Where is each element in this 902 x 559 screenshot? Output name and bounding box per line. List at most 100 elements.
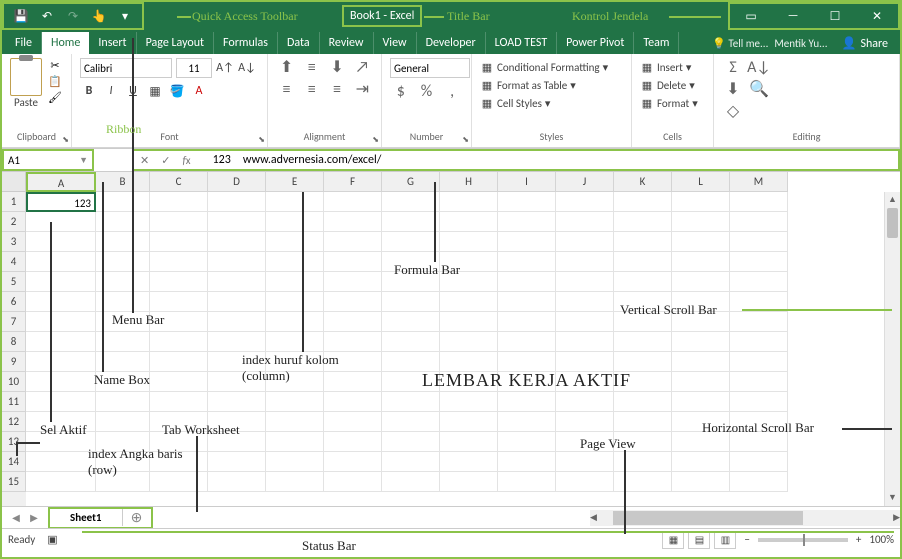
- cell-H5[interactable]: [440, 272, 498, 292]
- cell-L14[interactable]: [672, 452, 730, 472]
- cell-H1[interactable]: [440, 192, 498, 212]
- ribbon-display-icon[interactable]: ▭: [730, 4, 772, 28]
- cell-J6[interactable]: [556, 292, 614, 312]
- cell-C7[interactable]: [150, 312, 208, 332]
- cell-F11[interactable]: [324, 392, 382, 412]
- cell-K7[interactable]: [614, 312, 672, 332]
- tab-insert[interactable]: Insert: [89, 32, 136, 54]
- align-left-icon[interactable]: ≡: [276, 80, 297, 98]
- tab-power-pivot[interactable]: Power Pivot: [557, 32, 634, 54]
- cell-styles-button[interactable]: ▦Cell Styles ▾: [480, 94, 623, 112]
- find-select-icon[interactable]: 🔍: [748, 80, 770, 98]
- cell-D1[interactable]: [208, 192, 266, 212]
- cell-F9[interactable]: [324, 352, 382, 372]
- cell-J10[interactable]: [556, 372, 614, 392]
- row-header-2[interactable]: 2: [2, 212, 26, 232]
- scroll-right-icon[interactable]: ▶: [893, 510, 900, 526]
- cell-E9[interactable]: [266, 352, 324, 372]
- sort-filter-icon[interactable]: A↓: [748, 58, 770, 76]
- orientation-icon[interactable]: ↗: [352, 58, 373, 76]
- conditional-formatting-button[interactable]: ▦Conditional Formatting ▾: [480, 58, 623, 76]
- cell-G12[interactable]: [382, 412, 440, 432]
- align-top-icon[interactable]: ⬆: [276, 58, 297, 76]
- cell-A15[interactable]: [26, 472, 96, 492]
- cell-M15[interactable]: [730, 472, 788, 492]
- cell-C9[interactable]: [150, 352, 208, 372]
- cell-M5[interactable]: [730, 272, 788, 292]
- grid-body[interactable]: ABCDEFGHIJKLM 123: [26, 172, 900, 506]
- cell-C14[interactable]: [150, 452, 208, 472]
- cell-J12[interactable]: [556, 412, 614, 432]
- save-icon[interactable]: 💾: [10, 6, 32, 26]
- cell-E2[interactable]: [266, 212, 324, 232]
- user-name[interactable]: Mentik Yu...: [774, 37, 827, 50]
- cell-A8[interactable]: [26, 332, 96, 352]
- cell-G3[interactable]: [382, 232, 440, 252]
- cell-F10[interactable]: [324, 372, 382, 392]
- cell-L12[interactable]: [672, 412, 730, 432]
- cell-B1[interactable]: [96, 192, 150, 212]
- row-header-10[interactable]: 10: [2, 372, 26, 392]
- border-icon[interactable]: ▦: [146, 82, 164, 100]
- cell-C2[interactable]: [150, 212, 208, 232]
- delete-cells-button[interactable]: ▦Delete ▾: [640, 76, 705, 94]
- cell-A9[interactable]: [26, 352, 96, 372]
- cell-L6[interactable]: [672, 292, 730, 312]
- cell-A3[interactable]: [26, 232, 96, 252]
- col-header-H[interactable]: H: [440, 172, 498, 192]
- currency-icon[interactable]: $: [390, 82, 412, 100]
- cell-A6[interactable]: [26, 292, 96, 312]
- cell-L9[interactable]: [672, 352, 730, 372]
- minimize-icon[interactable]: —: [772, 4, 814, 28]
- page-break-view-icon[interactable]: ▥: [714, 531, 736, 549]
- row-header-12[interactable]: 12: [2, 412, 26, 432]
- cell-D13[interactable]: [208, 432, 266, 452]
- clipboard-launcher-icon[interactable]: ⬊: [62, 135, 69, 145]
- cell-H8[interactable]: [440, 332, 498, 352]
- align-middle-icon[interactable]: ≡: [301, 58, 322, 76]
- col-header-I[interactable]: I: [498, 172, 556, 192]
- cell-K3[interactable]: [614, 232, 672, 252]
- cell-E14[interactable]: [266, 452, 324, 472]
- cell-F2[interactable]: [324, 212, 382, 232]
- tab-view[interactable]: View: [374, 32, 417, 54]
- cell-I14[interactable]: [498, 452, 556, 472]
- cell-A5[interactable]: [26, 272, 96, 292]
- underline-button[interactable]: U: [124, 82, 142, 100]
- cell-J1[interactable]: [556, 192, 614, 212]
- cell-B13[interactable]: [96, 432, 150, 452]
- cell-B6[interactable]: [96, 292, 150, 312]
- cell-I2[interactable]: [498, 212, 556, 232]
- cell-B4[interactable]: [96, 252, 150, 272]
- cell-H14[interactable]: [440, 452, 498, 472]
- cell-D15[interactable]: [208, 472, 266, 492]
- row-header-8[interactable]: 8: [2, 332, 26, 352]
- cell-I5[interactable]: [498, 272, 556, 292]
- cell-L5[interactable]: [672, 272, 730, 292]
- cell-G14[interactable]: [382, 452, 440, 472]
- cell-D7[interactable]: [208, 312, 266, 332]
- cell-D11[interactable]: [208, 392, 266, 412]
- col-header-C[interactable]: C: [150, 172, 208, 192]
- tab-developer[interactable]: Developer: [417, 32, 486, 54]
- col-header-L[interactable]: L: [672, 172, 730, 192]
- cell-E13[interactable]: [266, 432, 324, 452]
- cell-B8[interactable]: [96, 332, 150, 352]
- fill-color-icon[interactable]: 🪣: [168, 82, 186, 100]
- cell-D6[interactable]: [208, 292, 266, 312]
- zoom-out-icon[interactable]: −: [744, 533, 749, 546]
- bold-button[interactable]: B: [80, 82, 98, 100]
- cell-E8[interactable]: [266, 332, 324, 352]
- cell-H3[interactable]: [440, 232, 498, 252]
- cell-L8[interactable]: [672, 332, 730, 352]
- cell-C4[interactable]: [150, 252, 208, 272]
- cell-M7[interactable]: [730, 312, 788, 332]
- col-header-D[interactable]: D: [208, 172, 266, 192]
- cell-M2[interactable]: [730, 212, 788, 232]
- cell-K13[interactable]: [614, 432, 672, 452]
- clear-icon[interactable]: ◇: [722, 102, 744, 120]
- font-launcher-icon[interactable]: ⬊: [258, 135, 265, 145]
- cell-I1[interactable]: [498, 192, 556, 212]
- cell-J2[interactable]: [556, 212, 614, 232]
- tab-home[interactable]: Home: [42, 32, 89, 54]
